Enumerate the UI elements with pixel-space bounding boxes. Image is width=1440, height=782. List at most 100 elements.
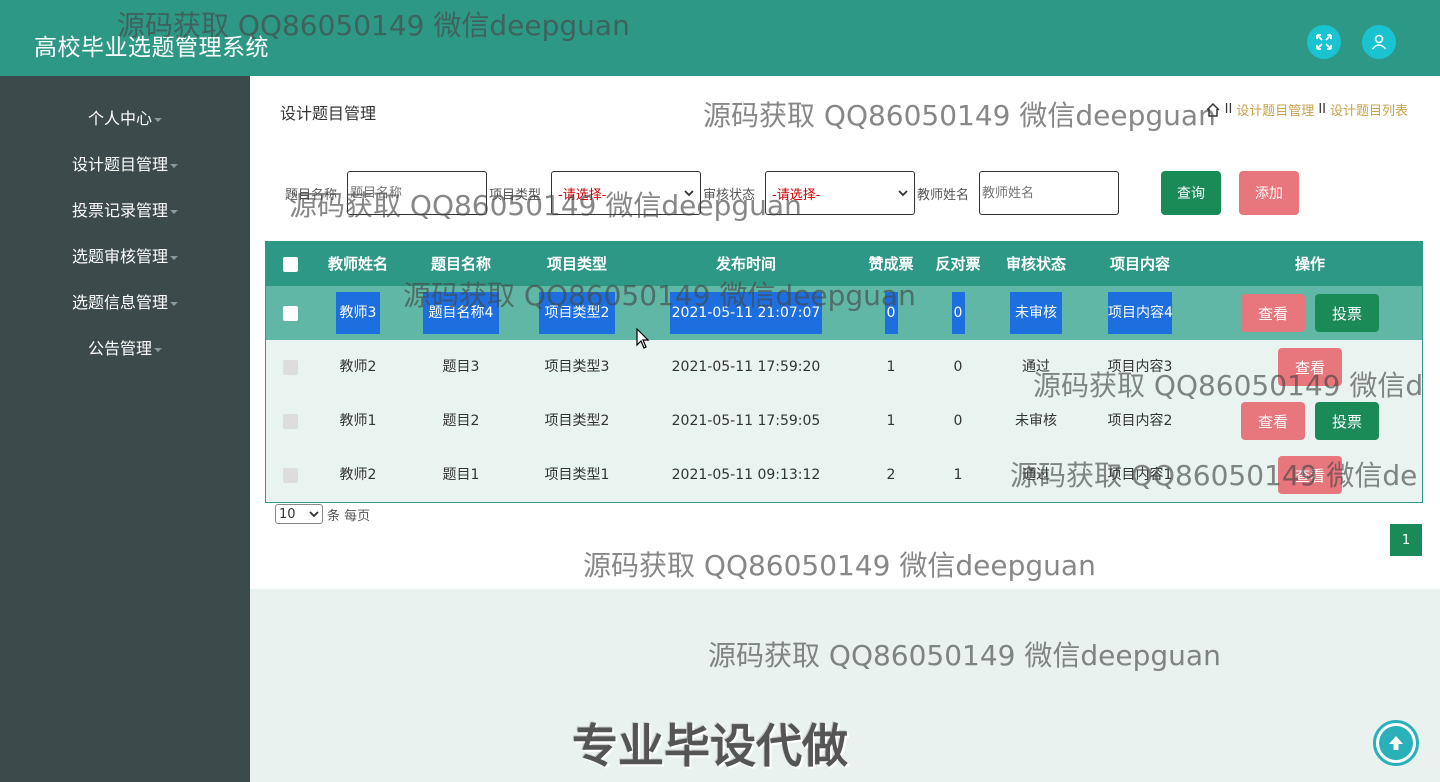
page-size-select[interactable]: 10 bbox=[275, 504, 323, 524]
caret-down-icon bbox=[170, 301, 178, 306]
chevron-down-icon bbox=[684, 190, 694, 197]
status-select-value: -请选择- bbox=[772, 187, 821, 203]
type-cell: 项目类型1 bbox=[544, 467, 610, 483]
breadcrumb: II 设计题目管理 II 设计题目列表 bbox=[1205, 100, 1408, 119]
row-checkbox[interactable] bbox=[283, 306, 298, 321]
sidebar-item-vote-records[interactable]: 投票记录管理 bbox=[0, 196, 250, 226]
back-to-top-button[interactable] bbox=[1373, 720, 1419, 766]
sidebar-item-label: 选题信息管理 bbox=[71, 293, 168, 312]
sidebar-item-topic-review[interactable]: 选题审核管理 bbox=[0, 242, 250, 272]
column-header: 项目内容 bbox=[1109, 255, 1170, 273]
user-icon bbox=[1371, 34, 1387, 50]
add-button[interactable]: 添加 bbox=[1239, 171, 1299, 215]
cell-wrap: 题目名称4 bbox=[416, 286, 506, 340]
yes-votes-cell: 2 bbox=[886, 467, 896, 483]
page-size-control: 10 条 每页 bbox=[275, 504, 370, 524]
time-cell: 2021-05-11 09:13:12 bbox=[671, 467, 821, 483]
cell-wrap: 0 bbox=[861, 286, 921, 340]
content-cell: 项目内容3 bbox=[1107, 359, 1173, 375]
no-votes-cell: 1 bbox=[953, 467, 963, 483]
chevron-down-icon bbox=[898, 190, 908, 197]
query-button[interactable]: 查询 bbox=[1161, 171, 1221, 215]
table-row[interactable]: 教师3 题目名称4 项目类型2 2021-05-11 21:07:07 0 0 … bbox=[266, 286, 1422, 340]
yes-votes-cell: 1 bbox=[886, 413, 896, 429]
table-header: 教师姓名 题目名称 项目类型 发布时间 赞成票 反对票 审核状态 项目内容 操作 bbox=[266, 242, 1422, 286]
main-panel: 设计题目管理 II 设计题目管理 II 设计题目列表 题目名称 项目类型 -请选… bbox=[250, 76, 1440, 589]
column-header: 教师姓名 bbox=[327, 255, 388, 273]
sidebar-item-personal-center[interactable]: 个人中心 bbox=[0, 104, 250, 134]
row-checkbox[interactable] bbox=[283, 468, 298, 483]
row-checkbox[interactable] bbox=[283, 414, 298, 429]
column-header: 发布时间 bbox=[715, 255, 776, 273]
time-cell: 2021-05-11 21:07:07 bbox=[670, 292, 822, 334]
cell-wrap: 2021-05-11 21:07:07 bbox=[666, 286, 826, 340]
table-row[interactable]: 教师2 题目1 项目类型1 2021-05-11 09:13:12 2 1 通过… bbox=[266, 448, 1422, 502]
content-cell: 项目内容4 bbox=[1108, 292, 1173, 334]
sidebar-item-topic-info[interactable]: 选题信息管理 bbox=[0, 288, 250, 318]
table-row[interactable]: 教师2 题目3 项目类型3 2021-05-11 17:59:20 1 0 通过… bbox=[266, 340, 1422, 394]
sidebar-item-label: 选题审核管理 bbox=[71, 247, 168, 266]
title-search-label: 题目名称 bbox=[285, 188, 338, 203]
page-button-1[interactable]: 1 bbox=[1390, 524, 1422, 556]
column-header: 反对票 bbox=[935, 255, 981, 273]
title-cell: 题目2 bbox=[442, 413, 480, 429]
page-title: 设计题目管理 bbox=[280, 104, 377, 123]
caret-down-icon bbox=[170, 209, 178, 214]
no-votes-cell: 0 bbox=[953, 359, 963, 375]
vote-button[interactable]: 投票 bbox=[1315, 294, 1379, 332]
title-cell: 题目3 bbox=[442, 359, 480, 375]
caret-down-icon bbox=[170, 255, 178, 260]
status-cell: 通过 bbox=[1022, 467, 1050, 483]
fullscreen-button[interactable] bbox=[1307, 25, 1341, 59]
cell-wrap: 教师3 bbox=[318, 286, 398, 340]
status-search-label: 审核状态 bbox=[703, 188, 756, 203]
table-row[interactable]: 教师1 题目2 项目类型2 2021-05-11 17:59:05 1 0 未审… bbox=[266, 394, 1422, 448]
teacher-search-label: 教师姓名 bbox=[917, 188, 970, 203]
user-button[interactable] bbox=[1362, 25, 1396, 59]
sidebar-item-label: 公告管理 bbox=[87, 339, 152, 358]
type-search-label: 项目类型 bbox=[489, 188, 542, 203]
no-votes-cell: 0 bbox=[951, 292, 965, 334]
teacher-search-input[interactable] bbox=[979, 171, 1119, 215]
caret-down-icon bbox=[154, 347, 162, 352]
status-cell: 未审核 bbox=[1015, 413, 1057, 429]
top-header: 高校毕业选题管理系统 bbox=[0, 0, 1440, 76]
sidebar: 个人中心 设计题目管理 投票记录管理 选题审核管理 选题信息管理 公告管理 bbox=[0, 76, 250, 782]
type-cell: 项目类型3 bbox=[544, 359, 610, 375]
column-header: 赞成票 bbox=[868, 255, 914, 273]
title-search-input[interactable] bbox=[347, 171, 487, 215]
view-button[interactable]: 查看 bbox=[1278, 456, 1342, 494]
no-votes-cell: 0 bbox=[953, 413, 963, 429]
vote-button[interactable]: 投票 bbox=[1315, 402, 1379, 440]
caret-down-icon bbox=[154, 117, 162, 122]
topics-table: 教师姓名 题目名称 项目类型 发布时间 赞成票 反对票 审核状态 项目内容 操作… bbox=[265, 241, 1423, 503]
status-cell: 未审核 bbox=[1010, 292, 1062, 334]
row-checkbox[interactable] bbox=[283, 360, 298, 375]
status-select[interactable]: -请选择- bbox=[765, 171, 915, 215]
breadcrumb-design-topics[interactable]: 设计题目管理 bbox=[1236, 100, 1314, 119]
type-select[interactable]: -请选择- bbox=[551, 171, 701, 215]
column-header: 操作 bbox=[1294, 255, 1325, 273]
status-cell: 通过 bbox=[1022, 359, 1050, 375]
yes-votes-cell: 1 bbox=[886, 359, 896, 375]
cell-wrap: 0 bbox=[928, 286, 988, 340]
type-cell: 项目类型2 bbox=[539, 292, 615, 334]
app-title: 高校毕业选题管理系统 bbox=[34, 35, 269, 61]
yes-votes-cell: 0 bbox=[884, 292, 898, 334]
sidebar-item-label: 设计题目管理 bbox=[71, 155, 168, 174]
teacher-cell: 教师2 bbox=[339, 359, 377, 375]
mouse-cursor-icon bbox=[636, 328, 650, 349]
view-button[interactable]: 查看 bbox=[1241, 294, 1305, 332]
view-button[interactable]: 查看 bbox=[1241, 402, 1305, 440]
sidebar-item-label: 个人中心 bbox=[87, 109, 152, 128]
view-button[interactable]: 查看 bbox=[1278, 348, 1342, 386]
sidebar-item-announcements[interactable]: 公告管理 bbox=[0, 334, 250, 364]
sidebar-item-design-topics[interactable]: 设计题目管理 bbox=[0, 150, 250, 180]
home-icon[interactable] bbox=[1205, 102, 1221, 118]
select-all-checkbox[interactable] bbox=[283, 257, 298, 272]
time-cell: 2021-05-11 17:59:20 bbox=[671, 359, 821, 375]
breadcrumb-topic-list[interactable]: 设计题目列表 bbox=[1330, 100, 1408, 119]
sidebar-item-label: 投票记录管理 bbox=[71, 201, 168, 220]
cell-wrap: 项目内容4 bbox=[1095, 286, 1185, 340]
type-cell: 项目类型2 bbox=[544, 413, 610, 429]
